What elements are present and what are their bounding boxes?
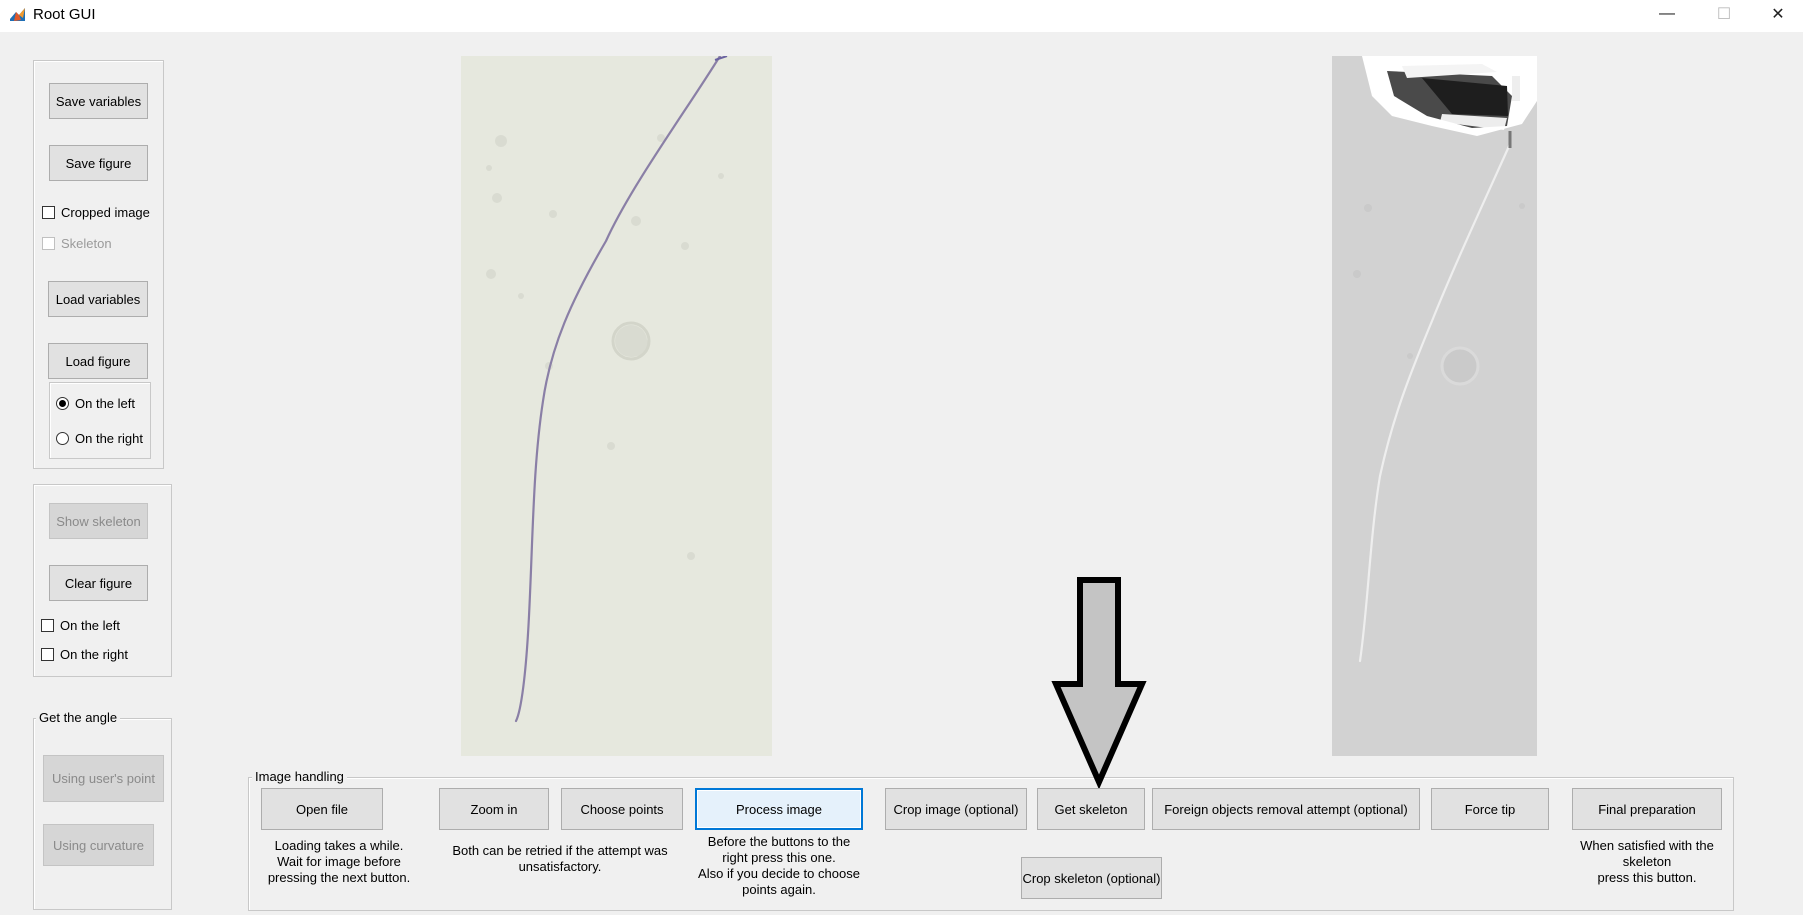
checkbox-box[interactable] bbox=[41, 648, 54, 661]
title-bar: Root GUI — ☐ ✕ bbox=[0, 0, 1803, 32]
skeleton-checkbox[interactable]: Skeleton bbox=[42, 236, 112, 251]
radio-selected-icon[interactable] bbox=[56, 397, 69, 410]
angle-panel-title: Get the angle bbox=[36, 710, 121, 725]
matlab-icon bbox=[9, 6, 26, 23]
crop-image-button[interactable]: Crop image (optional) bbox=[885, 788, 1027, 830]
foreign-objects-removal-button[interactable]: Foreign objects removal attempt (optiona… bbox=[1152, 788, 1420, 830]
checkbox-box[interactable] bbox=[41, 619, 54, 632]
processed-image-axes[interactable] bbox=[1332, 56, 1537, 756]
angle-panel bbox=[33, 718, 172, 910]
maximize-icon: ☐ bbox=[1716, 6, 1732, 23]
using-curvature-button[interactable]: Using curvature bbox=[43, 824, 154, 866]
original-image-axes[interactable] bbox=[461, 56, 772, 756]
checkbox-box[interactable] bbox=[42, 237, 55, 250]
choose-points-button[interactable]: Choose points bbox=[561, 788, 683, 830]
zoom-in-button[interactable]: Zoom in bbox=[439, 788, 549, 830]
image-handling-title: Image handling bbox=[252, 769, 347, 784]
root-photo bbox=[461, 56, 772, 756]
crop-skeleton-button[interactable]: Crop skeleton (optional) bbox=[1021, 857, 1162, 899]
load-variables-button[interactable]: Load variables bbox=[48, 281, 148, 317]
clear-figure-button[interactable]: Clear figure bbox=[49, 565, 148, 601]
final-preparation-note: When satisfied with the skeleton press t… bbox=[1580, 838, 1714, 885]
minimize-button[interactable]: — bbox=[1638, 0, 1696, 28]
clear-on-left-label: On the left bbox=[60, 618, 120, 633]
process-image-note: Before the buttons to the right press th… bbox=[698, 834, 860, 897]
open-file-note: Loading takes a while. Wait for image be… bbox=[267, 838, 411, 885]
down-arrow-icon bbox=[1051, 577, 1147, 788]
skeleton-label: Skeleton bbox=[61, 236, 112, 251]
final-preparation-button[interactable]: Final preparation bbox=[1572, 788, 1722, 830]
open-file-button[interactable]: Open file bbox=[261, 788, 383, 830]
minimize-icon: — bbox=[1659, 5, 1675, 22]
get-skeleton-button[interactable]: Get skeleton bbox=[1037, 788, 1145, 830]
cropped-image-label: Cropped image bbox=[61, 205, 150, 220]
processed-photo bbox=[1332, 56, 1537, 756]
save-variables-button[interactable]: Save variables bbox=[49, 83, 148, 119]
load-on-left-radio[interactable]: On the left bbox=[56, 396, 135, 411]
cropped-image-checkbox[interactable]: Cropped image bbox=[42, 205, 150, 220]
save-figure-button[interactable]: Save figure bbox=[49, 145, 148, 181]
close-button[interactable]: ✕ bbox=[1753, 0, 1803, 28]
force-tip-button[interactable]: Force tip bbox=[1431, 788, 1549, 830]
close-icon: ✕ bbox=[1771, 6, 1785, 23]
load-on-left-label: On the left bbox=[75, 396, 135, 411]
load-on-right-radio[interactable]: On the right bbox=[56, 431, 143, 446]
load-on-right-label: On the right bbox=[75, 431, 143, 446]
clear-on-right-label: On the right bbox=[60, 647, 128, 662]
using-users-point-button[interactable]: Using user's point bbox=[43, 755, 164, 802]
load-figure-button[interactable]: Load figure bbox=[48, 343, 148, 379]
process-image-button[interactable]: Process image bbox=[695, 788, 863, 830]
radio-unselected-icon[interactable] bbox=[56, 432, 69, 445]
zoom-choose-note: Both can be retried if the attempt was u… bbox=[452, 843, 668, 874]
load-target-group bbox=[49, 382, 151, 459]
checkbox-box[interactable] bbox=[42, 206, 55, 219]
clear-on-right-checkbox[interactable]: On the right bbox=[41, 647, 128, 662]
maximize-button[interactable]: ☐ bbox=[1695, 0, 1753, 28]
show-skeleton-button[interactable]: Show skeleton bbox=[49, 503, 148, 539]
window-title: Root GUI bbox=[33, 6, 96, 23]
clear-on-left-checkbox[interactable]: On the left bbox=[41, 618, 120, 633]
